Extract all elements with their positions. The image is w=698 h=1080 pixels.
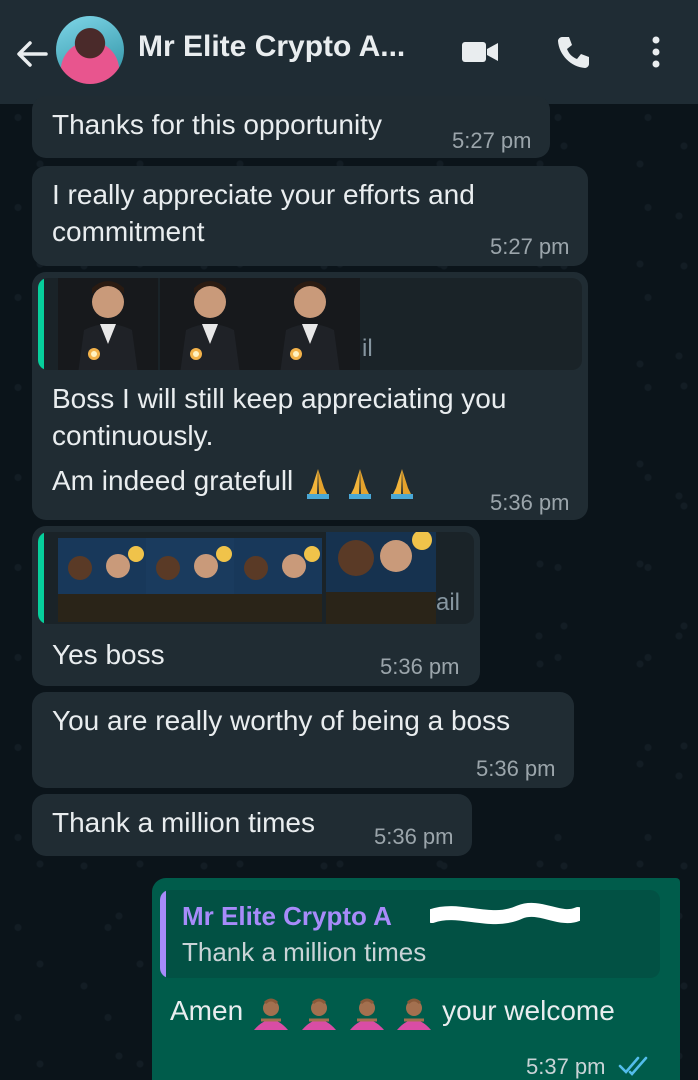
quoted-gif-thumbnail [58, 538, 322, 622]
chat-header: Mr Elite Crypto A... [0, 0, 698, 104]
message-text: Am indeed gratefull [52, 462, 419, 500]
message-text: Amen your welcome [170, 992, 615, 1032]
quoted-message[interactable]: il [38, 278, 582, 370]
avatar[interactable] [56, 16, 124, 84]
quote-bar [38, 532, 44, 624]
quoted-image-thumbnail [160, 278, 260, 370]
quoted-image-thumbnail [260, 278, 360, 370]
back-arrow-icon[interactable] [12, 34, 52, 74]
message-time: 5:37 pm [526, 1054, 606, 1079]
message-text: I really appreciate your efforts and [52, 179, 475, 210]
quoted-reply[interactable]: Mr Elite Crypto A Thank a million times [160, 890, 660, 978]
message-time: 5:36 pm [380, 654, 460, 679]
redaction-scribble [430, 902, 580, 925]
message-text: commitment [52, 216, 205, 247]
voice-call-icon[interactable] [554, 32, 594, 72]
message-text: You are really worthy of being a boss [52, 705, 511, 736]
message-text: Yes boss [52, 639, 165, 670]
message-text: Boss I will still keep appreciating you [52, 383, 507, 414]
quoted-sender-name: Mr Elite Crypto A [182, 901, 392, 931]
quoted-label: il [362, 335, 373, 362]
message-bubble[interactable]: I really appreciate your efforts and com… [32, 166, 588, 266]
message-time: 5:27 pm [452, 128, 532, 153]
folded-hands-emoji-icon [390, 468, 413, 499]
message-bubble[interactable]: You are really worthy of being a boss 5:… [32, 692, 574, 788]
message-bubble[interactable]: Thanks for this opportunity 5:27 pm [32, 96, 550, 158]
message-text-suffix: your welcome [442, 995, 615, 1026]
person-bowing-emoji-icon [349, 998, 384, 1030]
message-bubble[interactable]: Thank a million times 5:36 pm [32, 794, 472, 856]
quoted-image-thumbnail [58, 278, 158, 370]
message-text: continuously. [52, 420, 214, 451]
folded-hands-emoji-icon [348, 468, 371, 499]
quote-bar [160, 890, 166, 978]
more-options-icon[interactable] [636, 32, 676, 72]
message-bubble[interactable]: ail Yes boss 5:36 pm [32, 526, 480, 686]
message-time: 5:27 pm [490, 234, 570, 259]
person-bowing-emoji-icon [397, 998, 432, 1030]
message-bubble[interactable]: il Boss I will still keep appreciating y… [32, 272, 588, 520]
message-time: 5:36 pm [490, 490, 570, 515]
quoted-message[interactable]: ail [38, 532, 474, 624]
message-text-line: Am indeed gratefull [52, 465, 294, 496]
double-check-read-icon [618, 1056, 648, 1076]
message-text-prefix: Amen [170, 995, 244, 1026]
quoted-label: ail [436, 589, 461, 616]
quoted-image-thumbnail [326, 532, 436, 624]
quoted-text: Thank a million times [182, 937, 427, 967]
message-text: Thanks for this opportunity [52, 109, 382, 140]
person-bowing-emoji-icon [301, 998, 336, 1030]
message-time: 5:36 pm [374, 824, 454, 849]
video-call-icon[interactable] [460, 32, 500, 72]
message-text: Thank a million times [52, 807, 315, 838]
contact-name[interactable]: Mr Elite Crypto A... [138, 30, 405, 64]
person-bowing-emoji-icon [253, 998, 288, 1030]
quote-bar [38, 278, 44, 370]
message-time: 5:36 pm [476, 756, 556, 781]
folded-hands-emoji-icon [307, 468, 330, 499]
